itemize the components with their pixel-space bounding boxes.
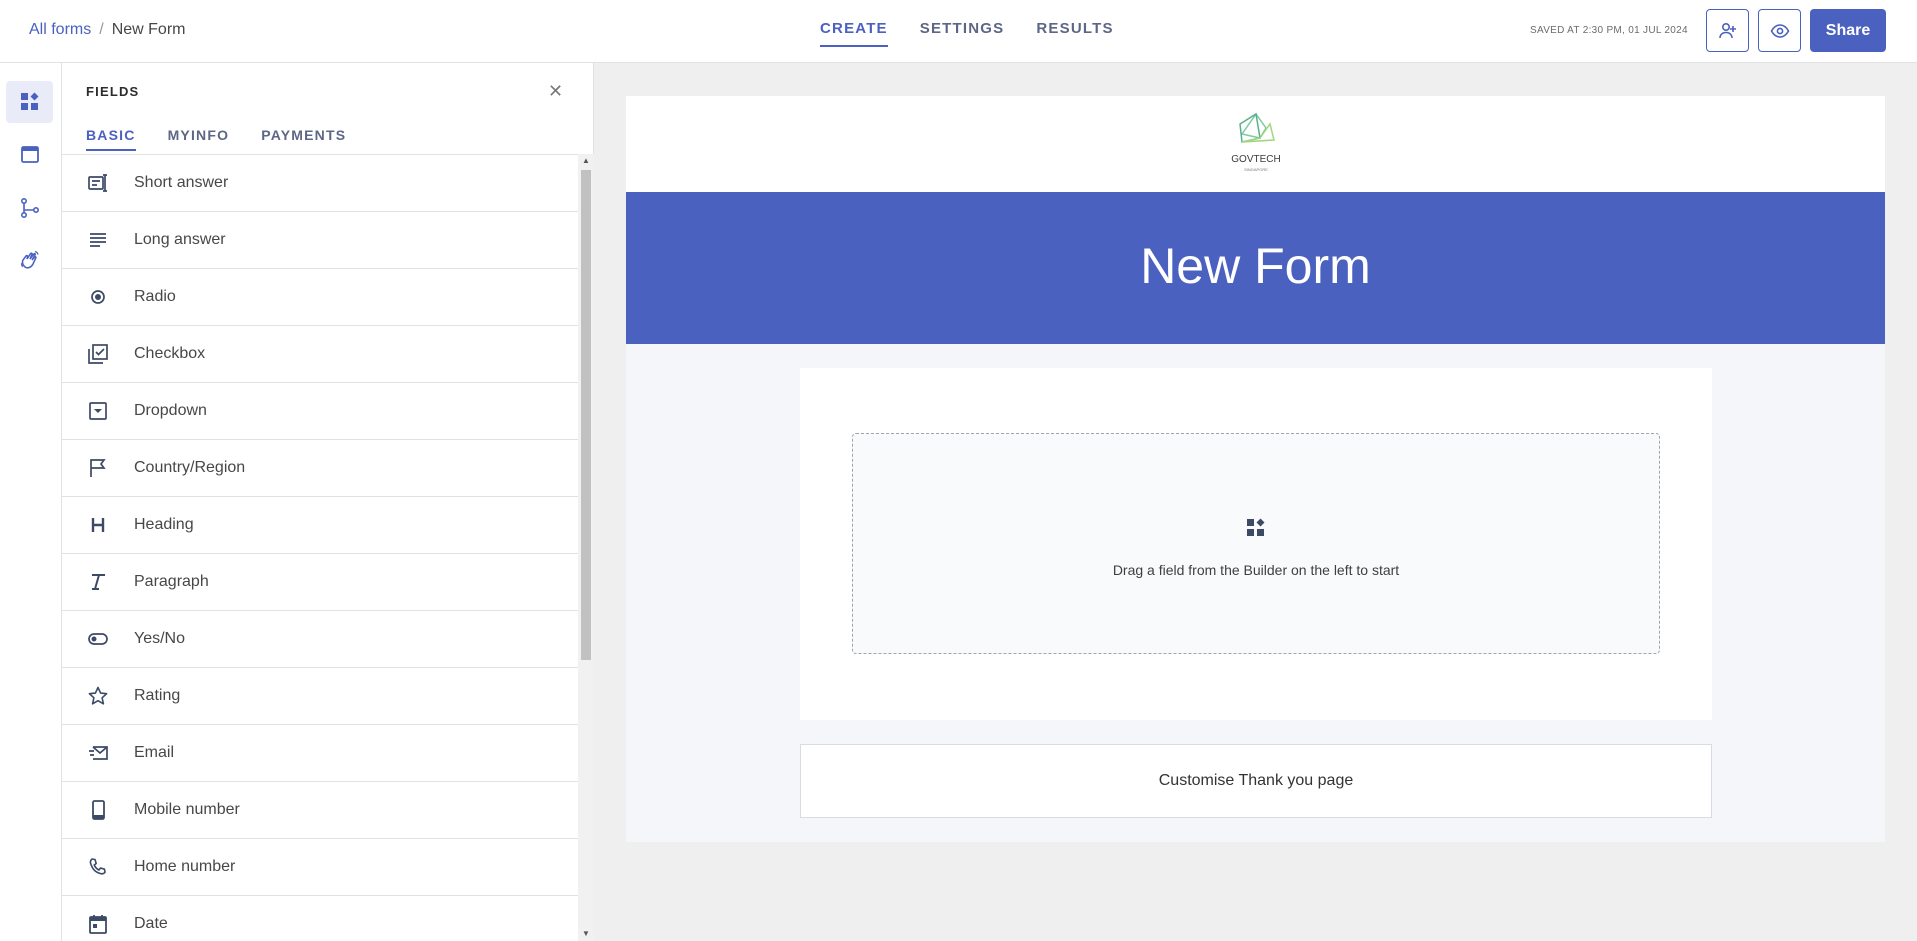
tab-create[interactable]: CREATE <box>820 20 888 47</box>
logo-subtext: SINGAPORE <box>1244 167 1268 172</box>
email-icon <box>62 742 134 764</box>
form-title: New Form <box>1140 238 1371 294</box>
tab-myinfo[interactable]: MYINFO <box>168 127 230 151</box>
field-country-region[interactable]: Country/Region <box>62 440 578 497</box>
scrollbar-thumb[interactable] <box>581 170 591 660</box>
field-yes-no[interactable]: Yes/No <box>62 611 578 668</box>
saved-status: SAVED AT 2:30 PM, 01 JUL 2024 <box>1530 25 1688 36</box>
logic-branch-icon <box>20 197 39 219</box>
field-mobile-number[interactable]: Mobile number <box>62 782 578 839</box>
mobile-icon <box>62 799 134 821</box>
heading-icon <box>62 514 134 536</box>
field-radio[interactable]: Radio <box>62 269 578 326</box>
panel-title: FIELDS <box>86 84 140 99</box>
field-checkbox[interactable]: Checkbox <box>62 326 578 383</box>
field-heading[interactable]: Heading <box>62 497 578 554</box>
breadcrumb: All forms / New Form <box>29 21 185 39</box>
panel-tabs: BASIC MYINFO PAYMENTS <box>86 127 346 151</box>
field-label: Email <box>134 744 175 761</box>
field-label: Long answer <box>134 231 226 248</box>
breadcrumb-separator: / <box>99 21 104 38</box>
window-icon <box>20 146 39 163</box>
field-label: Mobile number <box>134 801 240 818</box>
customise-thank-you-button[interactable]: Customise Thank you page <box>800 744 1712 818</box>
widgets-icon <box>20 92 38 110</box>
form-fields-card: Drag a field from the Builder on the lef… <box>800 368 1712 720</box>
tab-results[interactable]: RESULTS <box>1036 20 1113 47</box>
main-tabs: CREATE SETTINGS RESULTS <box>820 20 1114 47</box>
eye-icon <box>1770 23 1789 38</box>
close-icon[interactable]: ✕ <box>548 81 563 102</box>
rail-logic-button[interactable] <box>6 187 53 229</box>
toggle-icon <box>62 628 134 650</box>
field-label: Checkbox <box>134 345 206 362</box>
rail-end-page-button[interactable] <box>6 239 53 281</box>
breadcrumb-current: New Form <box>111 21 186 38</box>
form-logo-area[interactable]: GOVTECH SINGAPORE <box>626 96 1885 192</box>
field-label: Heading <box>134 516 194 533</box>
tab-basic[interactable]: BASIC <box>86 127 136 151</box>
calendar-icon <box>62 913 134 935</box>
field-date[interactable]: Date <box>62 896 578 941</box>
scroll-up-icon[interactable]: ▲ <box>582 156 590 165</box>
add-user-icon <box>1718 22 1736 38</box>
field-label: Country/Region <box>134 459 246 476</box>
govtech-logo: GOVTECH SINGAPORE <box>1231 112 1281 172</box>
tab-settings[interactable]: SETTINGS <box>920 20 1005 47</box>
dropzone-text: Drag a field from the Builder on the lef… <box>1112 562 1400 578</box>
field-email[interactable]: Email <box>62 725 578 782</box>
form-banner[interactable]: New Form <box>626 192 1885 344</box>
field-list: Short answer Long answer Radio Checkbox … <box>62 154 578 941</box>
paragraph-icon <box>62 571 134 593</box>
tab-payments[interactable]: PAYMENTS <box>261 127 346 151</box>
scroll-down-icon[interactable]: ▼ <box>582 929 590 938</box>
fields-panel: FIELDS ✕ BASIC MYINFO PAYMENTS Short ans… <box>62 63 594 941</box>
short-answer-icon <box>62 172 134 194</box>
field-label: Paragraph <box>134 573 209 590</box>
builder-rail: ? <box>0 63 62 941</box>
field-label: Yes/No <box>134 630 185 647</box>
field-label: Date <box>134 915 168 932</box>
checkbox-icon <box>62 343 134 365</box>
preview-button[interactable] <box>1758 9 1801 52</box>
field-label: Rating <box>134 687 181 704</box>
widgets-icon <box>1247 518 1265 536</box>
phone-icon <box>62 856 134 878</box>
field-label: Home number <box>134 858 236 875</box>
rail-fields-button[interactable] <box>6 81 53 123</box>
form-canvas: GOVTECH SINGAPORE New Form Drag a field … <box>626 96 1885 842</box>
field-label: Short answer <box>134 174 229 191</box>
field-dropzone[interactable]: Drag a field from the Builder on the lef… <box>852 433 1660 654</box>
share-button[interactable]: Share <box>1810 9 1886 52</box>
field-short-answer[interactable]: Short answer <box>62 155 578 212</box>
field-long-answer[interactable]: Long answer <box>62 212 578 269</box>
star-icon <box>62 685 134 707</box>
field-home-number[interactable]: Home number <box>62 839 578 896</box>
add-collaborator-button[interactable] <box>1706 9 1749 52</box>
waving-hand-icon <box>20 250 39 269</box>
panel-scrollbar[interactable]: ▲ ▼ <box>578 154 594 941</box>
breadcrumb-all-forms-link[interactable]: All forms <box>29 21 91 38</box>
rail-design-button[interactable] <box>6 134 53 176</box>
long-answer-icon <box>62 229 134 251</box>
field-label: Dropdown <box>134 402 207 419</box>
dropdown-icon <box>62 400 134 422</box>
field-label: Radio <box>134 288 176 305</box>
flag-icon <box>62 457 134 479</box>
radio-icon <box>62 286 134 308</box>
field-paragraph[interactable]: Paragraph <box>62 554 578 611</box>
field-dropdown[interactable]: Dropdown <box>62 383 578 440</box>
top-bar: All forms / New Form CREATE SETTINGS RESUL… <box>0 0 1917 63</box>
field-rating[interactable]: Rating <box>62 668 578 725</box>
logo-text: GOVTECH <box>1231 154 1280 165</box>
